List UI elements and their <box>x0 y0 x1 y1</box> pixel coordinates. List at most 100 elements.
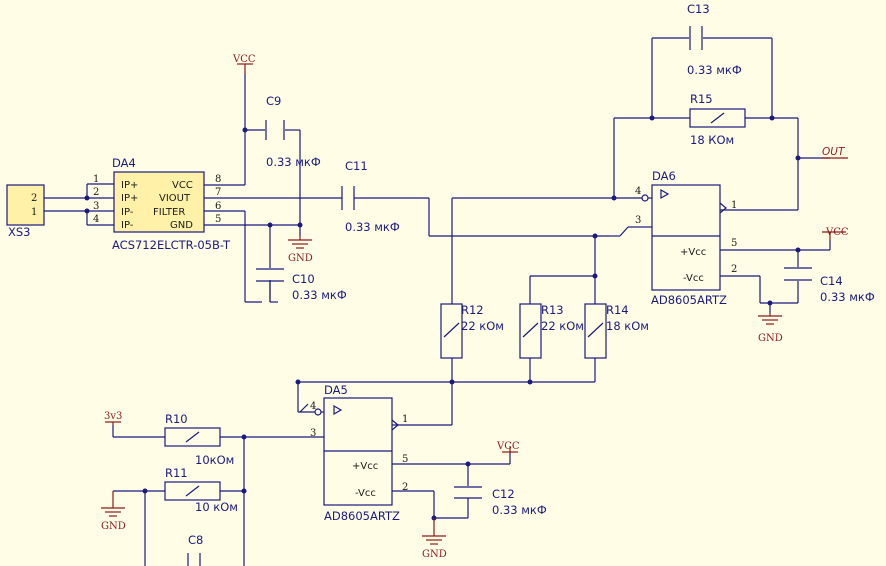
gnd-label: GND <box>101 521 126 532</box>
resistor-r14[interactable]: R14 18 кОм <box>584 303 649 359</box>
da4-part-label: ACS712ELCTR-05B-T <box>112 238 231 252</box>
capacitor-c8[interactable]: C8 <box>187 533 203 566</box>
schematic-canvas: 2 1 XS3 DA4 ACS712ELCTR-05B-T 1 2 3 4 IP… <box>6 2 875 566</box>
ic-da4[interactable]: DA4 ACS712ELCTR-05B-T 1 2 3 4 IP+ IP+ IP… <box>93 156 231 252</box>
c11-ref-label: C11 <box>345 159 368 173</box>
c14-value-label: 0.33 мкФ <box>820 290 875 304</box>
r11-ref-label: R11 <box>165 466 188 480</box>
da5-vn-label: -Vcc <box>355 488 376 499</box>
da4-pin-name: VCC <box>172 180 193 191</box>
da4-pin-num: 4 <box>93 214 99 225</box>
da6-pin-num: 1 <box>731 200 737 211</box>
da4-pin-num: 3 <box>93 201 99 212</box>
c13-value-label: 0.33 мкФ <box>687 63 742 77</box>
gnd-symbol: GND <box>758 313 783 344</box>
capacitor-c9[interactable]: C9 0.33 мкФ <box>265 94 321 169</box>
c9-ref-label: C9 <box>266 94 281 108</box>
c12-value-label: 0.33 мкФ <box>492 503 547 517</box>
r12-ref-label: R12 <box>461 303 484 317</box>
da6-pin-num: 4 <box>635 186 641 197</box>
r15-ref-label: R15 <box>690 92 713 106</box>
da6-vp-label: +Vcc <box>680 247 706 258</box>
da4-pin-num: 5 <box>215 214 221 225</box>
connector-body <box>6 184 45 226</box>
c12-ref-label: C12 <box>492 487 515 501</box>
c13-ref-label: C13 <box>687 2 710 16</box>
gnd-symbol: GND <box>422 518 447 560</box>
wires-da6 <box>451 37 831 313</box>
da6-vn-label: -Vcc <box>683 273 704 284</box>
c10-ref-label: C10 <box>292 272 315 286</box>
c9-value-label: 0.33 мкФ <box>266 155 321 169</box>
r12-value-label: 22 кОм <box>461 319 504 333</box>
da4-pin-name: FILTER <box>153 207 185 218</box>
gnd-label: GND <box>288 253 313 264</box>
r14-ref-label: R14 <box>606 303 629 317</box>
vcc-symbol: VCC <box>232 54 256 74</box>
da5-pin-num: 1 <box>402 414 408 425</box>
da5-vp-label: +Vcc <box>352 461 378 472</box>
gnd-symbol: GND <box>288 236 313 264</box>
da4-pin-num: 8 <box>215 174 221 185</box>
gnd-label: GND <box>422 549 447 560</box>
gnd-label: GND <box>758 333 783 344</box>
connector-xs3[interactable]: 2 1 XS3 <box>6 184 45 239</box>
da5-pin-num: 5 <box>402 454 408 465</box>
da4-pin-num: 6 <box>215 201 221 212</box>
da4-pin-name: IP- <box>121 207 134 218</box>
c10-value-label: 0.33 мкФ <box>292 288 347 302</box>
opamp-da5[interactable]: DA5 AD8605ARTZ +Vcc -Vcc 4 3 1 5 2 <box>310 383 408 523</box>
c8-ref-label: C8 <box>188 533 203 547</box>
resistor-r15[interactable]: R15 18 КОм <box>689 92 746 147</box>
vcc-symbol: VCC <box>496 441 520 453</box>
da6-pin-num: 5 <box>731 238 737 249</box>
out-net-flag: OUT <box>822 146 848 159</box>
vcc-label: VCC <box>232 54 256 65</box>
da5-ref-label: DA5 <box>324 383 348 397</box>
da5-part-label: AD8605ARTZ <box>324 509 400 523</box>
da4-pin-name: IP- <box>121 220 134 231</box>
r14-value-label: 18 кОм <box>606 319 649 333</box>
da6-pin-num: 2 <box>731 264 737 275</box>
resistor-r13[interactable]: R13 22 кОм <box>519 303 584 359</box>
v33-symbol: 3v3 <box>104 411 122 425</box>
vcc-label: VCC <box>496 441 520 452</box>
r10-ref-label: R10 <box>165 412 188 426</box>
r13-ref-label: R13 <box>541 303 564 317</box>
da4-pin-name: IP+ <box>121 180 138 191</box>
out-net-label: OUT <box>822 146 846 158</box>
connector-ref-label: XS3 <box>8 225 31 239</box>
opamp-da6[interactable]: DA6 AD8605ARTZ +Vcc -Vcc 4 3 1 5 2 <box>635 169 737 307</box>
schematic-sheet: 2 1 XS3 DA4 ACS712ELCTR-05B-T 1 2 3 4 IP… <box>0 0 886 566</box>
connector-pin-bottom-label: 1 <box>31 207 37 218</box>
c14-ref-label: C14 <box>820 274 843 288</box>
resistor-r11[interactable]: R11 10 кОм <box>164 466 238 514</box>
v33-label: 3v3 <box>104 411 122 422</box>
r15-value-label: 18 КОм <box>690 133 734 147</box>
wires-da4-right <box>204 74 640 303</box>
connector-pin-top-label: 2 <box>31 193 37 204</box>
vcc-symbol: VCC <box>822 227 849 240</box>
capacitor-c13[interactable]: C13 0.33 мкФ <box>687 2 742 77</box>
r10-value-label: 10кОм <box>195 453 234 467</box>
da4-pin-name: IP+ <box>121 193 138 204</box>
da4-pin-name: VIOUT <box>159 193 191 204</box>
vcc-label: VCC <box>825 227 849 238</box>
da4-pin-num: 7 <box>215 187 221 198</box>
capacitor-c11[interactable]: C11 0.33 мкФ <box>341 159 400 234</box>
r13-value-label: 22 кОм <box>541 319 584 333</box>
da4-pin-num: 1 <box>93 174 99 185</box>
da4-pin-name: GND <box>170 220 193 231</box>
da4-ref-label: DA4 <box>112 156 136 170</box>
gnd-symbol: GND <box>101 491 126 532</box>
da6-pin-num: 3 <box>635 215 641 226</box>
c11-value-label: 0.33 мкФ <box>345 220 400 234</box>
wires-input <box>44 183 114 226</box>
resistor-r10[interactable]: R10 10кОм <box>164 412 234 467</box>
da6-part-label: AD8605ARTZ <box>651 293 727 307</box>
da4-pin-num: 2 <box>93 187 99 198</box>
resistor-r12[interactable]: R12 22 кОм <box>440 303 504 359</box>
r11-value-label: 10 кОм <box>195 500 238 514</box>
capacitor-c10[interactable]: C10 0.33 мкФ <box>256 268 347 302</box>
da6-ref-label: DA6 <box>652 169 676 183</box>
